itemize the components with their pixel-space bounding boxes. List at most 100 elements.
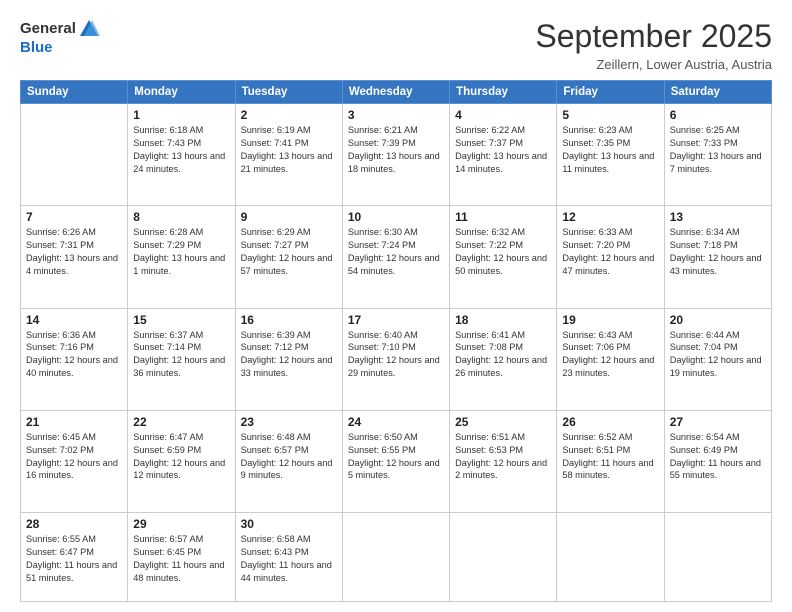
day-number: 12 (562, 210, 658, 224)
day-number: 30 (241, 517, 337, 531)
page: General Blue September 2025 Zeillern, Lo… (0, 0, 792, 612)
header: General Blue September 2025 Zeillern, Lo… (20, 18, 772, 72)
table-row (557, 513, 664, 602)
col-friday: Friday (557, 81, 664, 104)
day-number: 11 (455, 210, 551, 224)
month-title: September 2025 (535, 18, 772, 55)
calendar-table: Sunday Monday Tuesday Wednesday Thursday… (20, 80, 772, 602)
day-number: 27 (670, 415, 766, 429)
cell-info: Sunrise: 6:40 AMSunset: 7:10 PMDaylight:… (348, 330, 440, 379)
day-number: 2 (241, 108, 337, 122)
cell-info: Sunrise: 6:21 AMSunset: 7:39 PMDaylight:… (348, 125, 440, 174)
table-row: 23 Sunrise: 6:48 AMSunset: 6:57 PMDaylig… (235, 410, 342, 512)
table-row: 11 Sunrise: 6:32 AMSunset: 7:22 PMDaylig… (450, 206, 557, 308)
cell-info: Sunrise: 6:37 AMSunset: 7:14 PMDaylight:… (133, 330, 225, 379)
table-row (342, 513, 449, 602)
table-row: 13 Sunrise: 6:34 AMSunset: 7:18 PMDaylig… (664, 206, 771, 308)
day-number: 1 (133, 108, 229, 122)
table-row (21, 104, 128, 206)
table-row: 14 Sunrise: 6:36 AMSunset: 7:16 PMDaylig… (21, 308, 128, 410)
table-row: 10 Sunrise: 6:30 AMSunset: 7:24 PMDaylig… (342, 206, 449, 308)
table-row: 3 Sunrise: 6:21 AMSunset: 7:39 PMDayligh… (342, 104, 449, 206)
col-tuesday: Tuesday (235, 81, 342, 104)
table-row: 16 Sunrise: 6:39 AMSunset: 7:12 PMDaylig… (235, 308, 342, 410)
cell-info: Sunrise: 6:47 AMSunset: 6:59 PMDaylight:… (133, 432, 225, 481)
col-wednesday: Wednesday (342, 81, 449, 104)
cell-info: Sunrise: 6:26 AMSunset: 7:31 PMDaylight:… (26, 227, 118, 276)
cell-info: Sunrise: 6:48 AMSunset: 6:57 PMDaylight:… (241, 432, 333, 481)
day-number: 8 (133, 210, 229, 224)
cell-info: Sunrise: 6:33 AMSunset: 7:20 PMDaylight:… (562, 227, 654, 276)
day-number: 19 (562, 313, 658, 327)
cell-info: Sunrise: 6:52 AMSunset: 6:51 PMDaylight:… (562, 432, 653, 481)
day-number: 9 (241, 210, 337, 224)
table-row: 26 Sunrise: 6:52 AMSunset: 6:51 PMDaylig… (557, 410, 664, 512)
table-row: 6 Sunrise: 6:25 AMSunset: 7:33 PMDayligh… (664, 104, 771, 206)
cell-info: Sunrise: 6:44 AMSunset: 7:04 PMDaylight:… (670, 330, 762, 379)
day-number: 14 (26, 313, 122, 327)
cell-info: Sunrise: 6:58 AMSunset: 6:43 PMDaylight:… (241, 534, 332, 583)
col-sunday: Sunday (21, 81, 128, 104)
day-number: 28 (26, 517, 122, 531)
table-row: 12 Sunrise: 6:33 AMSunset: 7:20 PMDaylig… (557, 206, 664, 308)
day-number: 21 (26, 415, 122, 429)
table-row: 8 Sunrise: 6:28 AMSunset: 7:29 PMDayligh… (128, 206, 235, 308)
subtitle: Zeillern, Lower Austria, Austria (535, 57, 772, 72)
cell-info: Sunrise: 6:18 AMSunset: 7:43 PMDaylight:… (133, 125, 225, 174)
table-row: 25 Sunrise: 6:51 AMSunset: 6:53 PMDaylig… (450, 410, 557, 512)
cell-info: Sunrise: 6:36 AMSunset: 7:16 PMDaylight:… (26, 330, 118, 379)
table-row: 18 Sunrise: 6:41 AMSunset: 7:08 PMDaylig… (450, 308, 557, 410)
day-number: 22 (133, 415, 229, 429)
day-number: 15 (133, 313, 229, 327)
day-number: 24 (348, 415, 444, 429)
col-monday: Monday (128, 81, 235, 104)
table-row: 4 Sunrise: 6:22 AMSunset: 7:37 PMDayligh… (450, 104, 557, 206)
cell-info: Sunrise: 6:22 AMSunset: 7:37 PMDaylight:… (455, 125, 547, 174)
logo-icon (78, 18, 100, 40)
table-row: 28 Sunrise: 6:55 AMSunset: 6:47 PMDaylig… (21, 513, 128, 602)
day-number: 20 (670, 313, 766, 327)
cell-info: Sunrise: 6:51 AMSunset: 6:53 PMDaylight:… (455, 432, 547, 481)
table-row: 17 Sunrise: 6:40 AMSunset: 7:10 PMDaylig… (342, 308, 449, 410)
cell-info: Sunrise: 6:55 AMSunset: 6:47 PMDaylight:… (26, 534, 117, 583)
table-row: 19 Sunrise: 6:43 AMSunset: 7:06 PMDaylig… (557, 308, 664, 410)
day-number: 25 (455, 415, 551, 429)
day-number: 5 (562, 108, 658, 122)
title-block: September 2025 Zeillern, Lower Austria, … (535, 18, 772, 72)
cell-info: Sunrise: 6:39 AMSunset: 7:12 PMDaylight:… (241, 330, 333, 379)
table-row: 20 Sunrise: 6:44 AMSunset: 7:04 PMDaylig… (664, 308, 771, 410)
day-number: 10 (348, 210, 444, 224)
table-row: 7 Sunrise: 6:26 AMSunset: 7:31 PMDayligh… (21, 206, 128, 308)
table-row: 2 Sunrise: 6:19 AMSunset: 7:41 PMDayligh… (235, 104, 342, 206)
table-row: 5 Sunrise: 6:23 AMSunset: 7:35 PMDayligh… (557, 104, 664, 206)
day-number: 26 (562, 415, 658, 429)
day-number: 13 (670, 210, 766, 224)
day-number: 18 (455, 313, 551, 327)
cell-info: Sunrise: 6:41 AMSunset: 7:08 PMDaylight:… (455, 330, 547, 379)
logo-blue: Blue (20, 40, 53, 57)
calendar-header-row: Sunday Monday Tuesday Wednesday Thursday… (21, 81, 772, 104)
table-row (450, 513, 557, 602)
cell-info: Sunrise: 6:57 AMSunset: 6:45 PMDaylight:… (133, 534, 224, 583)
cell-info: Sunrise: 6:34 AMSunset: 7:18 PMDaylight:… (670, 227, 762, 276)
day-number: 29 (133, 517, 229, 531)
cell-info: Sunrise: 6:43 AMSunset: 7:06 PMDaylight:… (562, 330, 654, 379)
cell-info: Sunrise: 6:29 AMSunset: 7:27 PMDaylight:… (241, 227, 333, 276)
day-number: 17 (348, 313, 444, 327)
logo-general: General (20, 21, 76, 38)
day-number: 23 (241, 415, 337, 429)
table-row: 21 Sunrise: 6:45 AMSunset: 7:02 PMDaylig… (21, 410, 128, 512)
table-row: 1 Sunrise: 6:18 AMSunset: 7:43 PMDayligh… (128, 104, 235, 206)
day-number: 16 (241, 313, 337, 327)
col-thursday: Thursday (450, 81, 557, 104)
cell-info: Sunrise: 6:45 AMSunset: 7:02 PMDaylight:… (26, 432, 118, 481)
table-row: 9 Sunrise: 6:29 AMSunset: 7:27 PMDayligh… (235, 206, 342, 308)
cell-info: Sunrise: 6:32 AMSunset: 7:22 PMDaylight:… (455, 227, 547, 276)
cell-info: Sunrise: 6:25 AMSunset: 7:33 PMDaylight:… (670, 125, 762, 174)
day-number: 7 (26, 210, 122, 224)
cell-info: Sunrise: 6:50 AMSunset: 6:55 PMDaylight:… (348, 432, 440, 481)
table-row: 30 Sunrise: 6:58 AMSunset: 6:43 PMDaylig… (235, 513, 342, 602)
col-saturday: Saturday (664, 81, 771, 104)
day-number: 6 (670, 108, 766, 122)
day-number: 3 (348, 108, 444, 122)
